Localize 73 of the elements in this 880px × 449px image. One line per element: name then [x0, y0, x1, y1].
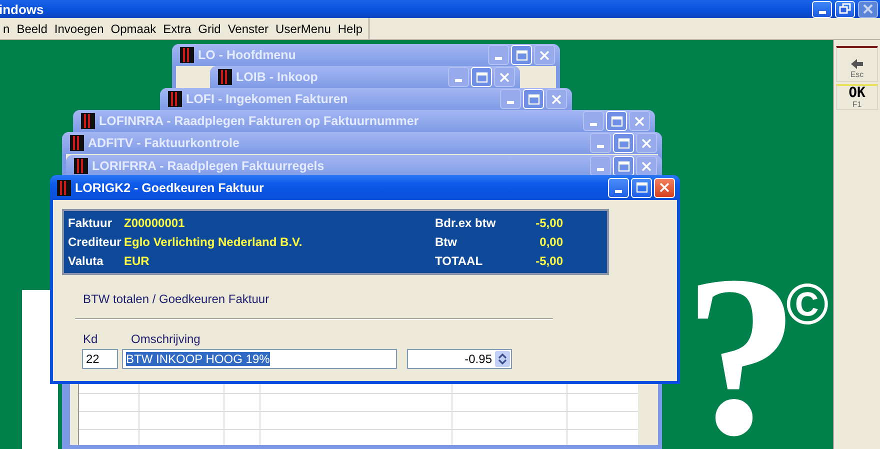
- close-icon: [641, 160, 652, 172]
- field-label: TOTAAL: [435, 254, 484, 268]
- field-label: Valuta: [68, 254, 104, 268]
- minimize-icon: [495, 57, 502, 60]
- window-title: LOFINRRA - Raadplegen Fakturen op Faktuurnummer: [99, 114, 420, 128]
- menu-item[interactable]: Beeld: [14, 22, 52, 36]
- window-title: LORIFRRA - Raadplegen Faktuurregels: [92, 159, 326, 173]
- amount-field[interactable]: -0.95: [407, 349, 512, 369]
- column-label: Kd: [83, 332, 99, 346]
- menu-item[interactable]: n: [0, 22, 14, 36]
- minimize-icon: [818, 11, 826, 14]
- app-icon: [74, 158, 88, 174]
- field-value: EUR: [124, 254, 150, 268]
- menu-item[interactable]: Opmaak: [108, 22, 160, 36]
- window-title: LOFI - Ingekomen Fakturen: [186, 92, 349, 106]
- close-icon: [641, 138, 652, 148]
- field-value: 0,00: [538, 234, 563, 249]
- maximize-icon: [618, 160, 630, 172]
- app-icon: [180, 47, 194, 63]
- restore-icon: [839, 3, 851, 15]
- app-icon: [168, 91, 182, 107]
- escape-button[interactable]: Esc: [836, 46, 878, 82]
- spinner-icon[interactable]: [495, 351, 510, 367]
- column-label: Omschrijving: [131, 332, 200, 346]
- close-button[interactable]: [858, 0, 878, 18]
- window-title: LORIGK2 - Goedkeuren Faktuur: [75, 180, 265, 194]
- code-field[interactable]: 22: [82, 349, 118, 369]
- app-icon: [57, 180, 71, 196]
- app-icon: [81, 113, 95, 129]
- minimize-icon: [507, 101, 514, 104]
- window-title: ADFITV - Faktuurkontrole: [88, 136, 240, 150]
- menu-item[interactable]: UserMenu: [272, 22, 335, 36]
- app-icon: [218, 69, 232, 85]
- arrow-left-icon: [850, 58, 864, 70]
- field-label: Btw: [435, 234, 458, 249]
- close-icon: [634, 116, 645, 126]
- minimize-icon: [597, 145, 604, 148]
- maximize-icon: [528, 94, 540, 104]
- close-icon: [551, 94, 562, 104]
- maximize-icon: [618, 138, 630, 148]
- maximize-icon: [516, 50, 528, 60]
- field-value: Z00000001: [124, 216, 186, 230]
- app-icon: [70, 135, 84, 151]
- window-title: indows: [0, 2, 44, 16]
- minimize-icon: [455, 79, 462, 82]
- close-icon: [539, 50, 550, 60]
- minimize-icon: [615, 190, 622, 192]
- field-value: -5,00: [534, 254, 563, 268]
- maximize-icon: [476, 72, 488, 82]
- menu-item[interactable]: Help: [334, 22, 367, 36]
- restore-button[interactable]: [835, 0, 855, 18]
- ok-button[interactable]: OK F1: [836, 84, 878, 110]
- maximize-icon: [610, 116, 622, 126]
- field-label: Bdr.ex btw: [435, 216, 497, 230]
- maximize-button[interactable]: [631, 178, 652, 198]
- menu-item[interactable]: Extra: [160, 22, 196, 36]
- maximize-icon: [636, 182, 648, 193]
- menu-item[interactable]: Venster: [224, 22, 273, 36]
- field-label: Faktuur: [68, 216, 114, 230]
- field-label: Crediteur: [68, 234, 122, 249]
- section-title: BTW totalen / Goedkeuren Faktuur: [83, 292, 270, 306]
- field-value: Eglo Verlichting Nederland B.V.: [124, 234, 304, 249]
- field-value: -5,00: [534, 216, 563, 230]
- description-field[interactable]: BTW INKOOP HOOG 19%: [122, 349, 397, 369]
- window-title: LOIB - Inkoop: [236, 70, 319, 84]
- menu-item[interactable]: Invoegen: [51, 22, 108, 36]
- close-icon: [499, 72, 510, 82]
- close-icon: [862, 3, 874, 15]
- minimize-icon: [590, 123, 597, 126]
- minimize-icon: [597, 168, 604, 171]
- window-title: LO - Hoofdmenu: [198, 48, 297, 62]
- close-icon: [659, 182, 670, 193]
- menu-item[interactable]: Grid: [195, 22, 225, 36]
